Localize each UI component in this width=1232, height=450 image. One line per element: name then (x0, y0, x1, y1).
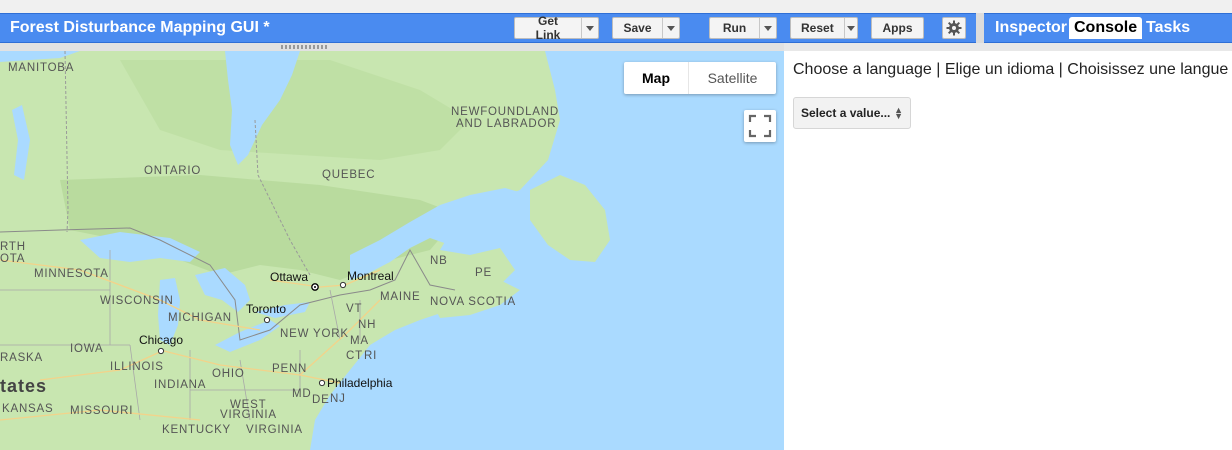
right-panel-tabs: Inspector Console Tasks (984, 13, 1232, 43)
city-label-toronto: Toronto (246, 302, 286, 316)
map-label: RTH (0, 241, 26, 253)
save-dropdown[interactable] (662, 18, 679, 38)
city-label-chicago: Chicago (139, 333, 183, 347)
chevron-down-icon (667, 25, 675, 31)
language-prompt: Choose a language | Elige un idioma | Ch… (793, 61, 1229, 78)
save-button[interactable]: Save (612, 17, 680, 39)
map-label: tates (0, 376, 47, 396)
get-link-button[interactable]: Get Link (514, 14, 599, 42)
apps-button[interactable]: Apps (871, 17, 924, 39)
philadelphia-dot (318, 379, 326, 387)
montreal-dot (339, 281, 347, 289)
city-label-ottawa: Ottawa (270, 270, 308, 284)
map-label: ILLINOIS (110, 361, 164, 373)
map-label: MAINE (380, 291, 420, 303)
map-label: NH (358, 319, 376, 331)
tab-tasks[interactable]: Tasks (1141, 17, 1195, 39)
gear-icon (946, 20, 962, 36)
run-label: Run (722, 21, 747, 35)
map-canvas[interactable]: MANITOBA ONTARIO QUEBEC NEWFOUNDLAND AND… (0, 51, 784, 450)
map-label: MISSOURI (70, 405, 133, 417)
reset-button[interactable]: Reset (790, 17, 858, 39)
map-label: OTA (0, 253, 25, 265)
apps-label: Apps (882, 21, 913, 35)
map-label: DE (312, 394, 330, 406)
tab-console[interactable]: Console (1069, 17, 1143, 39)
map-label: KENTUCKY (162, 424, 231, 436)
map-label: ONTARIO (144, 165, 201, 177)
script-title: Forest Disturbance Mapping GUI * (10, 19, 270, 36)
chevron-down-icon (846, 25, 855, 31)
land-newfoundland (530, 175, 610, 262)
reset-label: Reset (801, 21, 834, 35)
map-label: NEWFOUNDLAND (451, 106, 559, 118)
map-label: MANITOBA (8, 62, 74, 74)
tab-inspector[interactable]: Inspector (990, 17, 1072, 39)
fullscreen-icon (748, 114, 772, 138)
map-label: RI (364, 350, 377, 362)
reset-dropdown[interactable] (843, 18, 857, 38)
get-link-dropdown[interactable] (581, 18, 598, 38)
map-label: MICHIGAN (168, 312, 232, 324)
city-label-montreal: Montreal (347, 269, 394, 283)
top-strip (0, 0, 1232, 14)
chevron-down-icon (764, 25, 772, 31)
map-label: NEW YORK (280, 328, 349, 340)
run-button[interactable]: Run (709, 17, 777, 39)
map-label: VIRGINIA (220, 409, 277, 421)
console-panel: Choose a language | Elige un idioma | Ch… (784, 51, 1232, 450)
map-label: PE (475, 267, 492, 279)
map-type-satellite-button[interactable]: Satellite (689, 62, 776, 94)
run-dropdown[interactable] (759, 18, 776, 38)
select-arrows-icon: ▲ ▼ (894, 105, 903, 121)
map-label: IOWA (70, 343, 103, 355)
map-label: CT (346, 350, 363, 362)
map-label: MA (350, 335, 369, 347)
map-label: MD (292, 388, 312, 400)
chevron-down-icon (586, 25, 594, 31)
language-select[interactable]: Select a value... ▲ ▼ (793, 97, 911, 129)
map-label: QUEBEC (322, 169, 375, 181)
map-type-map-button[interactable]: Map (624, 62, 689, 94)
map-label: NJ (330, 393, 346, 405)
code-editor-toolbar: Forest Disturbance Mapping GUI * Get Lin… (0, 13, 976, 43)
map-label: INDIANA (154, 379, 206, 391)
language-select-value: Select a value... (801, 106, 891, 120)
map-label: MINNESOTA (34, 268, 109, 280)
map-label: OHIO (212, 368, 245, 380)
chicago-dot (157, 347, 165, 355)
map-label: NOVA SCOTIA (430, 296, 516, 308)
map-label: NB (430, 255, 448, 267)
map-label: VIRGINIA (246, 424, 303, 436)
map-label: PENN (272, 363, 307, 375)
basemap: MANITOBA ONTARIO QUEBEC NEWFOUNDLAND AND… (0, 51, 610, 450)
toronto-dot (263, 316, 271, 324)
save-label: Save (623, 21, 652, 35)
city-label-philadelphia: Philadelphia (327, 376, 393, 390)
drag-handle-icon[interactable] (281, 45, 327, 49)
get-link-label: Get Link (535, 14, 561, 42)
settings-button[interactable] (942, 17, 966, 39)
map-label: AND LABRADOR (456, 118, 556, 130)
map-splitter[interactable] (0, 43, 784, 51)
fullscreen-button[interactable] (744, 110, 776, 142)
panel-splitter[interactable] (976, 13, 984, 43)
map-label: WISCONSIN (100, 295, 174, 307)
map-label: KANSAS (2, 403, 53, 415)
map-type-toggle: Map Satellite (624, 62, 776, 94)
map-label: RASKA (0, 352, 43, 364)
map-label: VT (346, 303, 362, 315)
